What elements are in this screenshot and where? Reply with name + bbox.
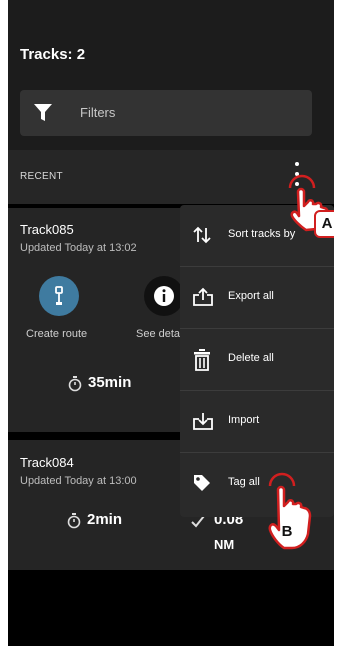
menu-item-label: Export all <box>228 290 274 302</box>
menu-item-export-all[interactable]: Export all <box>180 267 334 329</box>
options-menu: Sort tracks by Export all Delete all Imp… <box>180 205 334 517</box>
track-name: Track085 <box>20 222 74 237</box>
app-screen: Tracks: 2 Filters RECENT Track085 Update… <box>8 0 334 646</box>
stopwatch-icon <box>68 376 82 392</box>
stopwatch-icon <box>67 513 81 529</box>
track-name: Track084 <box>20 455 74 470</box>
menu-item-label: Delete all <box>228 352 274 364</box>
page-title: Tracks: 2 <box>20 46 86 63</box>
info-icon <box>154 286 174 306</box>
track-updated: Updated Today at 13:02 <box>20 242 137 254</box>
annotation-label-b: B <box>281 523 293 540</box>
track-duration: 2min <box>87 511 123 528</box>
route-icon <box>55 286 63 305</box>
create-route-label: Create route <box>26 328 88 340</box>
filter-icon <box>34 104 52 121</box>
filters-label: Filters <box>80 105 116 120</box>
export-icon <box>193 287 213 306</box>
sort-icon <box>193 226 211 244</box>
annotation-label-a: A <box>314 210 334 238</box>
trash-icon <box>194 349 210 371</box>
tag-icon <box>194 475 210 491</box>
section-label: RECENT <box>20 171 63 182</box>
create-route-button[interactable] <box>39 276 79 316</box>
menu-item-label: Import <box>228 414 260 426</box>
menu-item-delete-all[interactable]: Delete all <box>180 329 334 391</box>
filters-button[interactable]: Filters <box>20 90 312 136</box>
menu-item-label: Tag all <box>228 476 260 488</box>
menu-item-import[interactable]: Import <box>180 391 334 453</box>
see-details-button[interactable] <box>144 276 184 316</box>
track-distance-unit: NM <box>214 537 235 552</box>
header: Tracks: 2 Filters <box>8 0 334 150</box>
track-updated: Updated Today at 13:00 <box>20 475 137 487</box>
import-icon <box>193 413 213 430</box>
see-details-label: See deta <box>136 328 181 340</box>
track-duration: 35min <box>88 374 132 391</box>
